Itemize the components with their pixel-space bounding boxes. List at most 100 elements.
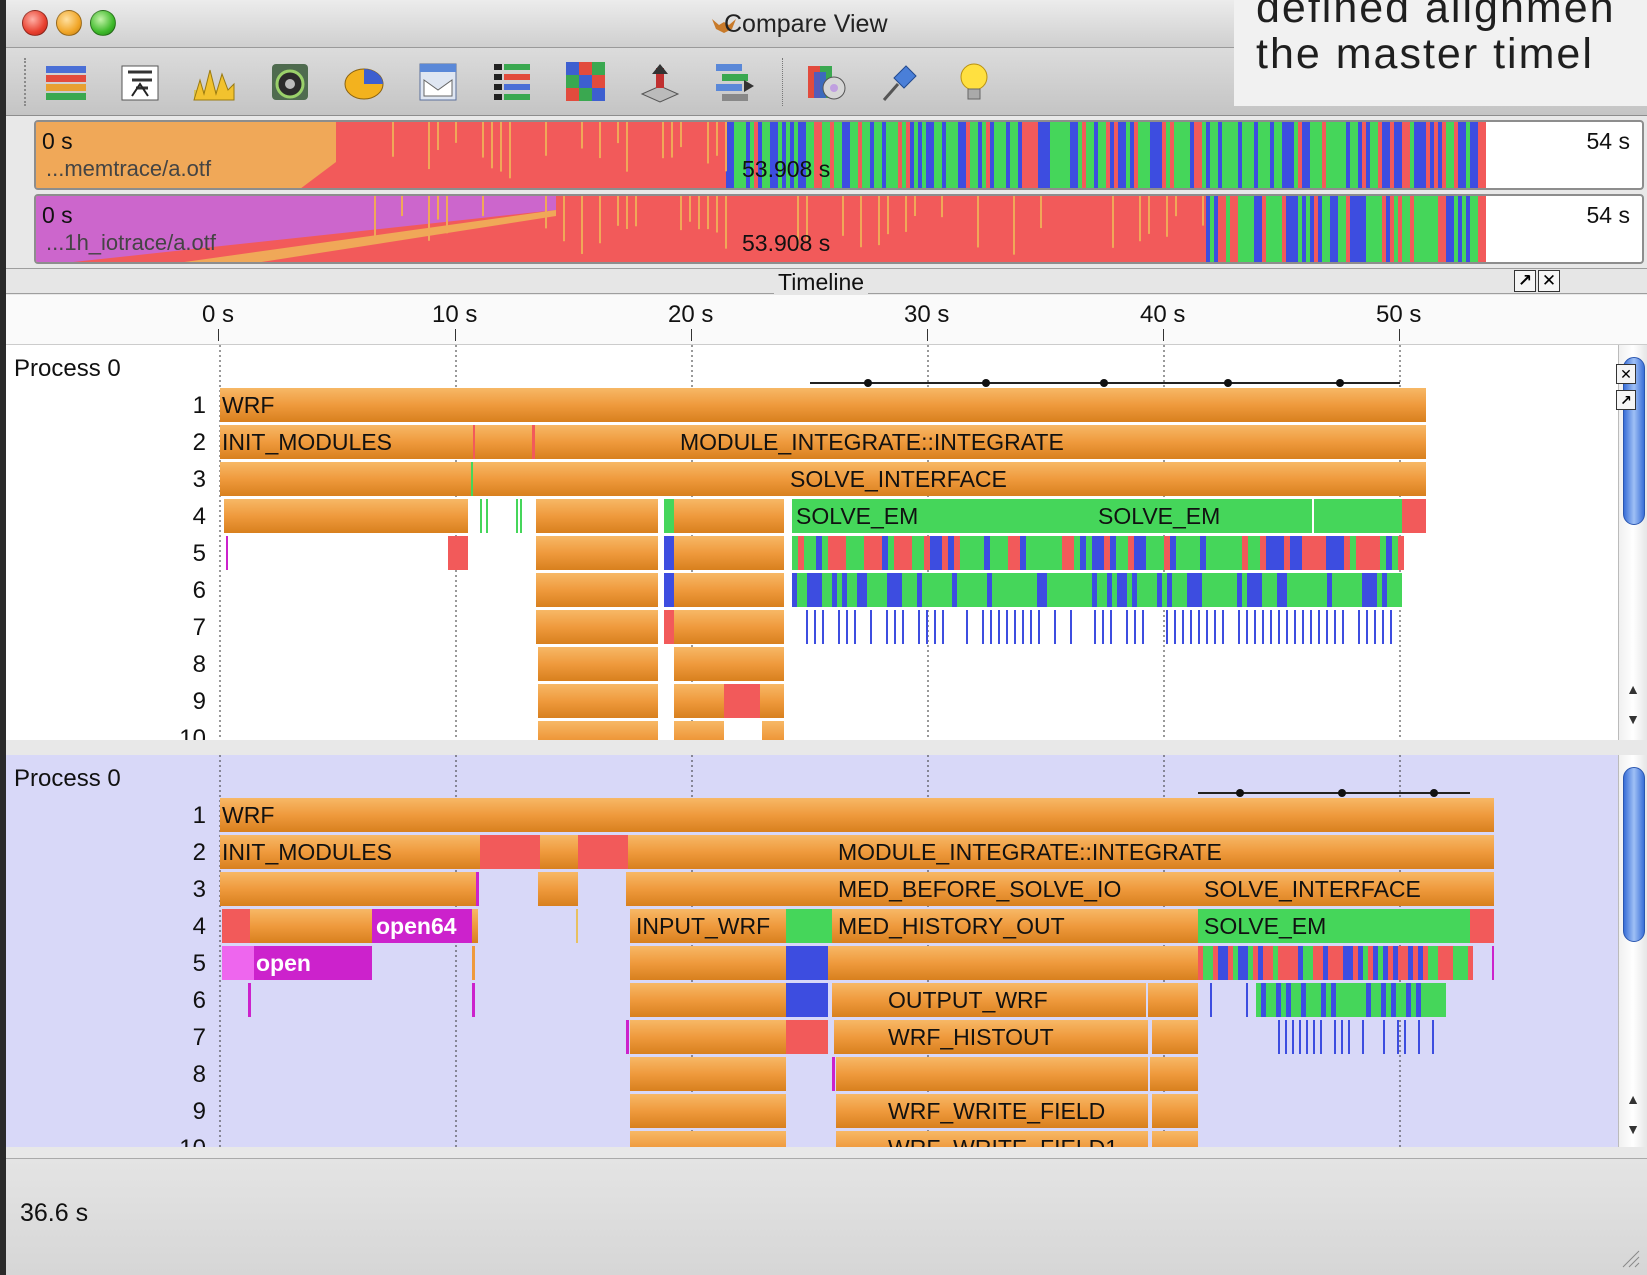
pane-close-icon[interactable]: ✕ — [1616, 364, 1636, 384]
function-bar — [1382, 573, 1387, 607]
scroll-down-arrow-icon[interactable]: ▼ — [1621, 1117, 1645, 1141]
process-label: Process 0 — [14, 765, 121, 792]
undock-icon[interactable]: ↗ — [1514, 270, 1536, 292]
message-summary-icon[interactable] — [416, 60, 460, 104]
minimize-window-button[interactable] — [56, 10, 82, 36]
zoom-window-button[interactable] — [90, 10, 116, 36]
counter-timeline-icon[interactable] — [192, 60, 236, 104]
function-bar — [222, 909, 250, 943]
master-timeline-pane[interactable]: Process 0 1 2 3 4 5 6 7 8 9 10 WRF INIT_… — [6, 345, 1618, 740]
color-palette-icon[interactable] — [804, 60, 848, 104]
function-bar — [877, 573, 882, 607]
function-bar — [852, 536, 858, 570]
strip-bar — [1410, 122, 1414, 188]
function-legend-icon[interactable] — [712, 60, 756, 104]
function-bar — [1272, 536, 1278, 570]
function-bar — [1246, 610, 1248, 644]
io-summary-icon[interactable] — [638, 60, 682, 104]
function-bar — [1253, 946, 1258, 980]
function-bar — [1423, 946, 1428, 980]
call-matrix-icon[interactable] — [564, 60, 608, 104]
strip-bar — [1014, 122, 1018, 188]
function-bar — [917, 573, 922, 607]
strip-bar — [1166, 196, 1168, 237]
strip-bar — [842, 196, 844, 236]
resize-grip-icon[interactable] — [1619, 1247, 1641, 1269]
function-bar — [674, 536, 784, 570]
function-bar — [966, 536, 972, 570]
strip-bar — [978, 122, 982, 188]
function-bar — [837, 573, 842, 607]
process-timeline-icon[interactable] — [118, 60, 162, 104]
strip-bar — [1118, 122, 1122, 188]
strip-bar — [1102, 122, 1106, 188]
compared-timeline-pane[interactable]: Process 0 1 2 3 4 5 6 7 8 9 10 WRF INIT_… — [6, 755, 1618, 1147]
function-bar — [1110, 610, 1112, 644]
scroll-up-arrow-icon[interactable]: ▲ — [1621, 1087, 1645, 1111]
strip-bar — [1210, 122, 1214, 188]
function-bar — [960, 536, 966, 570]
strip-bar — [1474, 122, 1478, 188]
scrollbar-thumb[interactable] — [1623, 767, 1645, 942]
pie-chart-icon[interactable] — [342, 60, 386, 104]
function-bar — [576, 909, 578, 943]
strip-bar — [1458, 122, 1462, 188]
function-bar — [1288, 946, 1293, 980]
strip-bar — [1286, 196, 1290, 262]
function-bar — [1301, 983, 1306, 1017]
strip-bar — [926, 122, 930, 188]
strip-bar — [1270, 196, 1274, 262]
function-bar — [1198, 610, 1200, 644]
strip-bar — [1302, 196, 1306, 262]
function-bar — [222, 946, 254, 980]
function-bar — [1152, 536, 1158, 570]
function-bar — [1418, 1020, 1420, 1054]
compared-pane-scrollbar[interactable]: ▲ ▼ — [1618, 755, 1647, 1147]
function-bar — [476, 872, 479, 906]
function-bar — [1362, 1020, 1364, 1054]
function-bar — [1068, 536, 1074, 570]
timeline-icon[interactable] — [44, 60, 88, 104]
close-icon[interactable]: ✕ — [1538, 270, 1560, 292]
function-bar — [1057, 573, 1062, 607]
strip-bar — [894, 122, 898, 188]
trace-overview-strip-1[interactable]: 0 s ...memtrace/a.otf 53.908 s 54 s — [34, 120, 1644, 190]
strip-bar — [866, 122, 870, 188]
function-bar — [998, 610, 1000, 644]
function-bar — [886, 610, 888, 644]
function-bar — [802, 573, 807, 607]
strip-bar — [500, 122, 502, 172]
function-bar — [1094, 610, 1096, 644]
function-bar — [540, 835, 578, 869]
pin-icon[interactable] — [878, 60, 922, 104]
function-bar — [1102, 610, 1104, 644]
function-bar — [1237, 573, 1242, 607]
strip-bar — [942, 122, 946, 188]
trace-overview-strip-2[interactable]: 0 s ...1h_iotrace/a.otf 53.908 s 54 s — [34, 194, 1644, 264]
function-bar — [1222, 610, 1224, 644]
close-window-button[interactable] — [22, 10, 48, 36]
scroll-up-arrow-icon[interactable]: ▲ — [1621, 677, 1645, 701]
strip-bar — [437, 196, 439, 220]
call-tree-icon[interactable] — [490, 60, 534, 104]
strip-bar — [1282, 122, 1286, 188]
lightbulb-icon[interactable] — [952, 60, 996, 104]
scroll-down-arrow-icon[interactable]: ▼ — [1621, 707, 1645, 731]
function-bar — [1172, 573, 1177, 607]
function-bar — [1152, 1020, 1198, 1054]
function-bar — [1258, 946, 1263, 980]
function-bar — [1374, 536, 1380, 570]
pane-undock-icon[interactable]: ↗ — [1616, 390, 1636, 410]
strip-bar — [1262, 196, 1266, 262]
function-bar — [1092, 536, 1098, 570]
function-bar — [1142, 610, 1144, 644]
strip-bar — [1342, 122, 1346, 188]
strip-bar — [842, 122, 846, 188]
strip-bar — [906, 122, 910, 188]
summary-chart-icon[interactable] — [268, 60, 312, 104]
strip-bar — [1430, 122, 1434, 188]
strip-bar — [1178, 122, 1182, 188]
function-bar — [786, 983, 828, 1017]
function-bar — [792, 499, 1312, 533]
function-bar — [1278, 1020, 1280, 1054]
